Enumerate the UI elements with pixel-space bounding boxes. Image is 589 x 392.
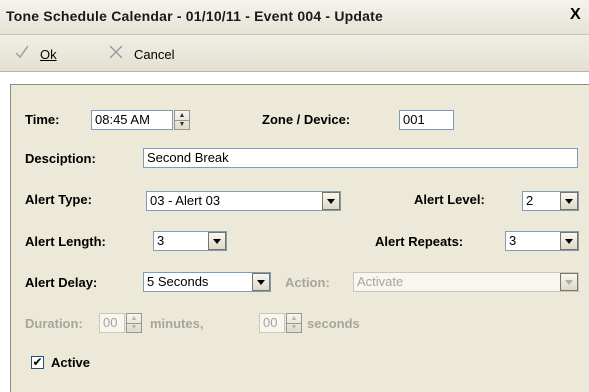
alert-delay-label: Alert Delay: [25, 275, 98, 290]
chevron-down-icon[interactable] [560, 192, 578, 210]
time-label: Time: [25, 112, 60, 127]
chevron-down-icon[interactable] [208, 232, 226, 250]
active-checkbox[interactable]: ✔ [31, 356, 44, 369]
alert-repeats-label: Alert Repeats: [375, 234, 464, 249]
time-spinner[interactable]: ▲ ▼ [174, 110, 190, 130]
alert-level-label: Alert Level: [414, 192, 485, 207]
chevron-down-icon[interactable] [322, 192, 340, 210]
seconds-label: seconds [307, 316, 360, 331]
time-field[interactable]: 08:45 AM [91, 110, 173, 130]
chevron-down-icon[interactable] [252, 273, 270, 291]
action-select: Activate [353, 272, 579, 292]
spin-down-icon: ▼ [290, 324, 298, 331]
ok-button[interactable]: Ok [14, 45, 57, 65]
spin-down-icon[interactable]: ▼ [175, 120, 189, 129]
toolbar: Ok Cancel [0, 35, 589, 72]
duration-label: Duration: [25, 316, 83, 331]
chevron-down-icon[interactable] [560, 232, 578, 250]
description-field[interactable]: Second Break [143, 148, 578, 168]
active-label: Active [51, 355, 91, 370]
spin-down-icon: ▼ [130, 324, 138, 331]
alert-type-select[interactable]: 03 - Alert 03 [146, 191, 341, 211]
action-label: Action: [285, 275, 330, 290]
cancel-button[interactable]: Cancel [108, 45, 174, 65]
title-bar: Tone Schedule Calendar - 01/10/11 - Even… [0, 0, 589, 35]
close-icon[interactable]: X [570, 7, 581, 23]
duration-seconds-spinner: ▲ ▼ [286, 313, 302, 333]
cancel-label: Cancel [134, 47, 175, 62]
chevron-down-icon [560, 273, 578, 291]
alert-type-label: Alert Type: [25, 192, 92, 207]
description-label: Desciption: [25, 151, 96, 166]
check-icon [14, 45, 30, 62]
zone-label: Zone / Device: [262, 112, 351, 127]
alert-length-label: Alert Length: [25, 234, 106, 249]
window-title: Tone Schedule Calendar - 01/10/11 - Even… [6, 8, 384, 24]
x-icon [108, 45, 124, 62]
duration-seconds-field: 00 [259, 313, 285, 333]
ok-label: Ok [40, 47, 57, 62]
zone-field[interactable]: 001 [399, 110, 454, 130]
duration-minutes-field: 00 [99, 313, 125, 333]
minutes-label: minutes, [150, 316, 204, 331]
duration-minutes-spinner: ▲ ▼ [126, 313, 142, 333]
